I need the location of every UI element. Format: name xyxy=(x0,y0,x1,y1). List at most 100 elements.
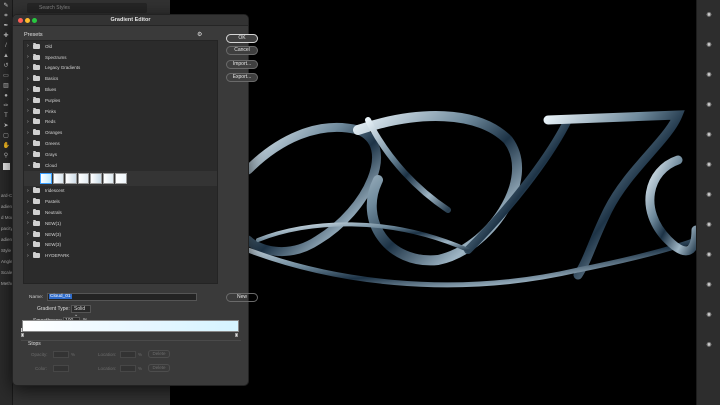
brush-tool-icon[interactable]: ✎ xyxy=(3,3,10,10)
preset-folder-label: Basics xyxy=(45,76,59,82)
gradient-swatch[interactable] xyxy=(65,172,77,184)
zoom-tool-icon[interactable]: ⚲ xyxy=(3,153,10,160)
color-swatch-input[interactable] xyxy=(53,365,69,372)
new-button[interactable]: New xyxy=(226,293,258,302)
type-tool-icon[interactable]: T xyxy=(3,113,10,120)
opacity-location-input[interactable] xyxy=(120,351,136,358)
paint-brush-icon[interactable]: / xyxy=(3,43,10,50)
gradient-swatch[interactable] xyxy=(102,172,114,184)
visibility-eye-icon[interactable]: ◉ xyxy=(697,300,720,330)
ok-button[interactable]: OK xyxy=(226,34,258,43)
history-brush-icon[interactable]: ↺ xyxy=(3,63,10,70)
eraser-tool-icon[interactable]: ▭ xyxy=(3,73,10,80)
layers-panel: ◉ ◉ ◉ ◉ ◉ ◉ ◉ ◉ ◉ ◉ ◉ ◉ xyxy=(696,0,720,405)
export-button[interactable]: Export... xyxy=(226,73,258,82)
folder-icon xyxy=(33,140,40,147)
visibility-eye-icon[interactable]: ◉ xyxy=(697,330,720,360)
delete-color-stop-button[interactable]: Delete xyxy=(148,364,170,372)
visibility-eye-icon[interactable]: ◉ xyxy=(697,270,720,300)
preset-folder-label: Pinks xyxy=(45,108,57,114)
preset-folder-row[interactable]: › Reds xyxy=(24,117,217,128)
gradient-swatch[interactable] xyxy=(52,172,64,184)
folder-icon xyxy=(33,53,40,60)
folder-icon xyxy=(33,187,40,194)
preset-folder-row[interactable]: ⌄ Cloud xyxy=(24,160,217,171)
color-stop-right[interactable] xyxy=(235,333,238,337)
opacity-label: Opacity: xyxy=(31,352,48,357)
folder-icon xyxy=(33,209,40,216)
dodge-tool-icon[interactable]: ● xyxy=(3,93,10,100)
preset-folder-row[interactable]: › Greens xyxy=(24,138,217,149)
preset-folder-row[interactable]: › Old xyxy=(24,41,217,52)
preset-folder-row[interactable]: › NEW(1) xyxy=(24,218,217,229)
visibility-eye-icon[interactable]: ◉ xyxy=(697,90,720,120)
shape-tool-icon[interactable]: ▢ xyxy=(3,133,10,140)
gradient-type-select[interactable]: Solid ⌄ xyxy=(71,305,91,318)
gradient-name-input[interactable]: Cloud_01 xyxy=(47,293,197,301)
preset-folder-row[interactable]: › Blues xyxy=(24,84,217,95)
eyedropper-tool-icon[interactable]: ✒ xyxy=(3,23,10,30)
path-select-icon[interactable]: ➤ xyxy=(3,123,10,130)
gear-icon[interactable]: ⚙ xyxy=(197,31,202,38)
foreground-color-swatch[interactable] xyxy=(2,163,10,170)
preset-folder-row[interactable]: › Oranges xyxy=(24,127,217,138)
folder-icon xyxy=(33,129,40,136)
preset-folder-row[interactable]: › Pinks xyxy=(24,106,217,117)
preset-folder-row[interactable]: › Spectrums xyxy=(24,52,217,63)
preset-list[interactable]: › Old › Spectrums › Legacy Gradients › Basics › B… xyxy=(23,40,218,284)
opacity-input[interactable] xyxy=(53,351,69,358)
opacity-percent: % xyxy=(71,352,76,357)
gradient-type-label: Gradient Type: xyxy=(37,306,70,312)
preset-folder-label: Grays xyxy=(45,151,58,157)
color-stop-left[interactable] xyxy=(21,333,24,337)
preset-folder-row[interactable]: › Basics xyxy=(24,73,217,84)
visibility-eye-icon[interactable]: ◉ xyxy=(697,150,720,180)
folder-icon xyxy=(33,64,40,71)
folder-icon xyxy=(33,198,40,205)
stops-divider xyxy=(21,340,241,341)
visibility-eye-icon[interactable]: ◉ xyxy=(697,180,720,210)
folder-icon xyxy=(33,118,40,125)
stamp-tool-icon[interactable]: ▲ xyxy=(3,53,10,60)
cancel-button[interactable]: Cancel xyxy=(226,46,258,55)
import-button[interactable]: Import... xyxy=(226,60,258,69)
preset-folder-row[interactable]: › Grays xyxy=(24,149,217,160)
visibility-eye-icon[interactable]: ◉ xyxy=(697,210,720,240)
preset-folder-label: Legacy Gradients xyxy=(45,65,81,71)
preset-folder-row[interactable]: › NEW(3) xyxy=(24,229,217,240)
preset-folder-row[interactable]: › Purples xyxy=(24,95,217,106)
visibility-eye-icon[interactable]: ◉ xyxy=(697,60,720,90)
delete-opacity-stop-button[interactable]: Delete xyxy=(148,350,170,358)
folder-icon xyxy=(33,96,40,103)
gradient-preview-bar[interactable] xyxy=(22,320,239,332)
gradient-tool-icon[interactable]: ▥ xyxy=(3,83,10,90)
folder-icon xyxy=(33,150,40,157)
gradient-swatch[interactable] xyxy=(90,172,102,184)
preset-folder-row[interactable]: › Iridescent xyxy=(24,186,217,197)
healing-tool-icon[interactable]: ✚ xyxy=(3,33,10,40)
gradient-swatch[interactable] xyxy=(115,172,127,184)
preset-folder-label: NEW(3) xyxy=(45,231,61,237)
visibility-eye-icon[interactable]: ◉ xyxy=(697,120,720,150)
folder-icon xyxy=(33,241,40,248)
color-location-input[interactable] xyxy=(120,365,136,372)
preset-folder-row[interactable]: › HYDEPARK xyxy=(24,250,217,261)
hand-tool-icon[interactable]: ✋ xyxy=(3,143,10,150)
preset-folder-row[interactable]: › Legacy Gradients xyxy=(24,63,217,74)
crop-tool-icon[interactable]: ⌗ xyxy=(3,13,10,20)
gradient-swatch[interactable] xyxy=(40,172,52,184)
gradient-swatch[interactable] xyxy=(77,172,89,184)
chrome-lettering-artwork xyxy=(248,110,696,288)
preset-folder-label: NEW(1) xyxy=(45,220,61,226)
visibility-eye-icon[interactable]: ◉ xyxy=(697,30,720,60)
visibility-eye-icon[interactable]: ◉ xyxy=(697,240,720,270)
color-location-label: Location: xyxy=(98,366,117,371)
preset-folder-label: Pastels xyxy=(45,199,60,205)
preset-folder-row[interactable]: › Neutrals xyxy=(24,207,217,218)
preset-folder-label: HYDEPARK xyxy=(45,253,70,259)
visibility-eye-icon[interactable]: ◉ xyxy=(697,0,720,30)
styles-search-input[interactable]: Search Styles xyxy=(27,3,147,13)
preset-folder-row[interactable]: › NEW(3) xyxy=(24,240,217,251)
pen-tool-icon[interactable]: ✑ xyxy=(3,103,10,110)
preset-folder-row[interactable]: › Pastels xyxy=(24,196,217,207)
